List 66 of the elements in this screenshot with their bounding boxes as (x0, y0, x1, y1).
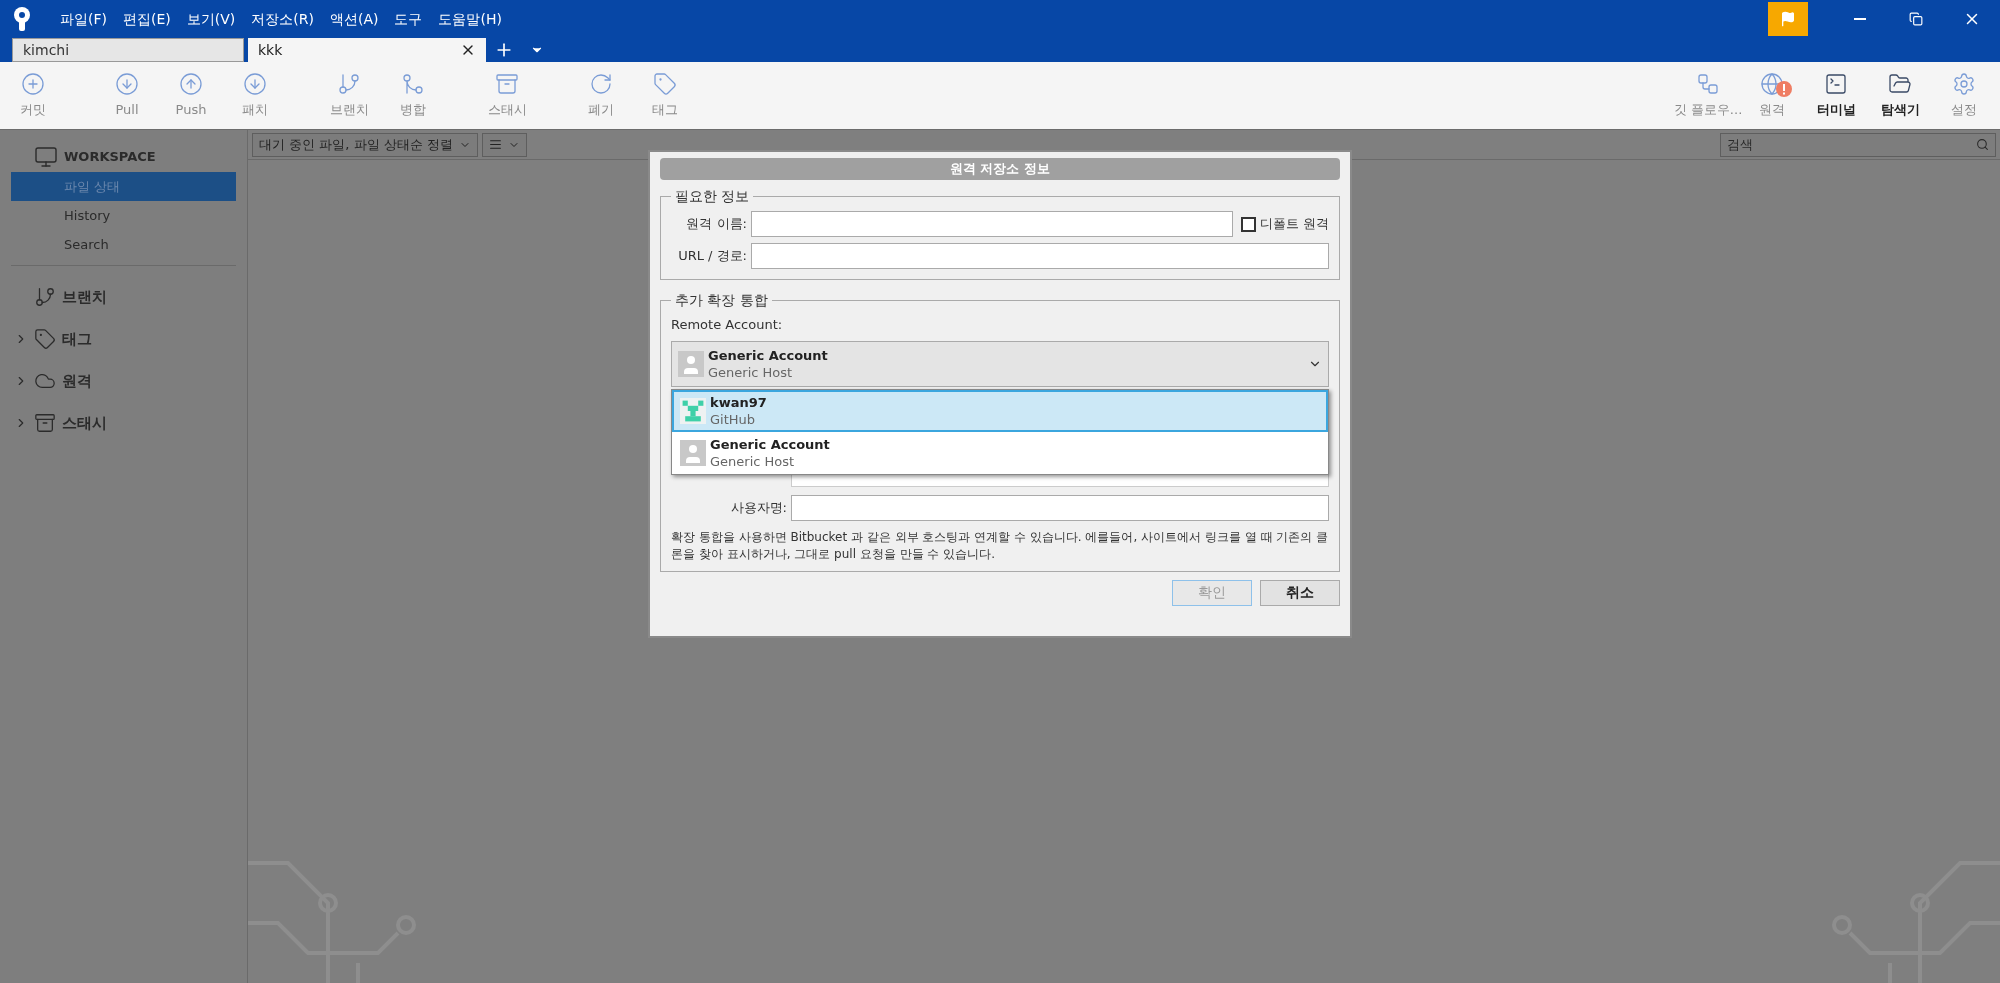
checkbox-label: 디폴트 원격 (1259, 215, 1329, 234)
input-field[interactable] (791, 494, 1329, 521)
section-heading: WORKSPACE (64, 148, 156, 167)
checkbox[interactable] (1240, 216, 1256, 232)
toolbar-button[interactable]: 터미널 (1804, 64, 1868, 127)
folder-icon (1888, 71, 1912, 96)
field-label: 사용자명: (729, 498, 787, 517)
tag-icon (34, 328, 56, 350)
description-text: 확장 통합을 사용하면 Bitbucket 과 같은 외부 호스팅과 연계할 수 있습니다. 에를들어, 사이트에서 링크를 열 때 기존의 클론을 찾아 표시하거나, 그대로 pull 요청을 만들 수 있습니다. (671, 528, 1329, 563)
repo-tab[interactable]: kimchi (12, 38, 244, 62)
field-label: Remote Account: (671, 316, 784, 334)
app-logo-icon (12, 6, 32, 32)
dialog-button[interactable]: 취소 (1260, 579, 1340, 606)
menu-item[interactable]: 편집(E) (115, 8, 179, 30)
flag-icon (1780, 11, 1796, 27)
person-silhouette-icon (680, 439, 706, 466)
account-dropdown[interactable]: Generic Account Generic Host (671, 340, 1329, 387)
search-icon (1976, 138, 1989, 151)
restore-icon (1909, 12, 1923, 26)
up-arrow-circle-icon (179, 71, 203, 96)
search-field[interactable]: 검색 (1720, 132, 1996, 157)
box-icon (495, 71, 519, 96)
menu-item[interactable]: 보기(V) (178, 8, 244, 30)
monitor-icon (34, 145, 58, 169)
globe-icon (1760, 71, 1784, 96)
plus-circle-icon (21, 71, 45, 96)
menu-item[interactable]: 파일(F) (52, 8, 115, 30)
group-legend: 필요한 정보 (675, 188, 750, 204)
dropdown-option[interactable]: kwan97 GitHub (672, 389, 1328, 432)
field-label: 원격 이름: (685, 215, 747, 234)
list-icon (488, 138, 502, 151)
box-icon (34, 412, 56, 434)
menu-item[interactable]: 도움말(H) (430, 8, 510, 30)
dropdown-option[interactable]: Generic Account Generic Host (672, 431, 1328, 474)
sidebar-item[interactable]: 파일 상태 (11, 172, 236, 201)
input-field[interactable] (751, 243, 1329, 269)
tag-icon (653, 71, 677, 96)
menu-item[interactable]: 액션(A) (321, 8, 387, 30)
menu-item[interactable]: 저장소(R) (243, 8, 322, 30)
sidebar-section[interactable]: 브랜치 (62, 285, 107, 309)
circular-arrow-icon (589, 71, 613, 96)
minimize-icon (1854, 18, 1866, 20)
filter-dropdown[interactable]: 대기 중인 파일, 파일 상태순 정렬 (252, 132, 478, 157)
sidebar-item[interactable]: Search (11, 230, 236, 259)
sidebar-section[interactable]: 원격 (62, 369, 92, 393)
settings-icon (1952, 71, 1976, 96)
terminal-icon (1824, 71, 1848, 96)
flow-icon (1696, 71, 1720, 96)
repo-tab[interactable]: kkk (248, 38, 486, 62)
down-arrow-circle-icon (115, 71, 139, 96)
sidebar-item[interactable]: History (11, 201, 236, 230)
input-field[interactable] (751, 211, 1233, 237)
menu-item[interactable]: 도구 (386, 8, 431, 30)
pixel-avatar-icon (680, 397, 706, 424)
sidebar-section[interactable]: 태그 (62, 327, 92, 351)
flag-button[interactable] (1768, 2, 1808, 36)
toolbar-button[interactable]: 탐색기 (1868, 64, 1932, 127)
merge-icon (401, 71, 425, 96)
field-label: URL / 경로: (677, 247, 747, 266)
dialog-title: 원격 저장소 정보 (660, 158, 1340, 180)
branch-icon (34, 286, 56, 308)
view-menu-button[interactable] (481, 132, 527, 157)
sidebar-section[interactable]: 스태시 (62, 411, 107, 435)
group-legend: 추가 확장 통합 (675, 292, 768, 308)
branch-icon (337, 71, 361, 96)
person-silhouette-icon (678, 350, 704, 377)
